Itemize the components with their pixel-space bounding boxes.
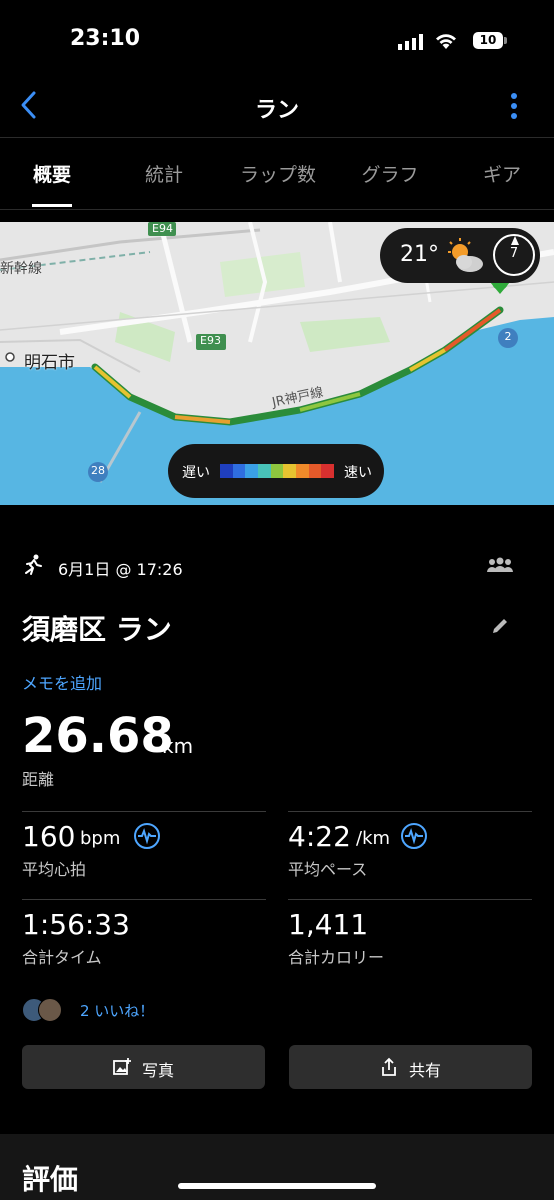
distance-label: 距離 (22, 770, 55, 789)
map-label-route28: 28 (91, 464, 105, 477)
battery-indicator: 10 (473, 32, 507, 49)
photo-button[interactable]: 写真 (22, 1045, 265, 1089)
legend-swatch (232, 464, 246, 478)
tabs-divider (0, 209, 554, 210)
legend-swatch (220, 464, 233, 478)
avatar (38, 998, 62, 1022)
wifi-icon (436, 34, 456, 49)
calories-label: 合計カロリー (288, 948, 385, 967)
partly-cloudy-icon (448, 238, 483, 272)
tab-graph[interactable]: グラフ (348, 160, 432, 187)
divider (22, 811, 266, 812)
heart-rate-unit: bpm (80, 828, 121, 849)
compass-needle-icon (511, 236, 519, 245)
tab-overview[interactable]: 概要 (12, 160, 92, 187)
pulse-icon (138, 827, 156, 845)
share-button-label: 共有 (409, 1061, 442, 1080)
heart-rate-value: 160 (22, 820, 76, 853)
distance-unit: km (162, 734, 194, 758)
map-label-akashi: 明石市 (24, 353, 75, 373)
activity-title: 須磨区 ラン (22, 613, 172, 646)
run-icon (25, 554, 42, 575)
rating-section-title: 評価 (22, 1163, 79, 1196)
map-label-e94: E94 (152, 222, 173, 235)
wind-speed: 7 (509, 246, 519, 261)
legend-color-bar (220, 464, 335, 478)
divider (22, 899, 266, 900)
legend-slow-label: 遅い (182, 465, 210, 481)
divider (288, 811, 532, 812)
legend-swatch (258, 464, 271, 478)
group-icon[interactable] (486, 556, 514, 574)
page-title: ラン (254, 98, 299, 123)
legend-fast-label: 速い (344, 465, 372, 481)
legend-swatch (308, 464, 322, 478)
map-label-route2: 2 (504, 330, 512, 343)
total-time-value: 1:56:33 (22, 908, 130, 941)
share-icon (382, 1057, 396, 1076)
more-options-icon[interactable] (508, 92, 520, 122)
weather-temperature: 21° (400, 242, 439, 267)
likes-link[interactable]: 2 いいね！ (80, 1000, 154, 1021)
photo-button-label: 写真 (142, 1061, 175, 1080)
tab-laps[interactable]: ラップ数 (226, 160, 330, 187)
add-photo-icon (113, 1058, 131, 1075)
calories-value: 1,411 (288, 908, 369, 941)
legend-swatch (245, 464, 259, 478)
rating-section (0, 1134, 554, 1200)
home-indicator (178, 1183, 376, 1189)
status-time: 23:10 (70, 26, 141, 51)
tab-gear[interactable]: ギア (460, 160, 544, 187)
heart-rate-label: 平均心拍 (22, 860, 87, 879)
legend-swatch (296, 464, 309, 478)
add-memo-link[interactable]: メモを追加 (22, 670, 102, 694)
distance-value: 26.68 (22, 708, 174, 764)
tab-stats[interactable]: 統計 (124, 160, 204, 187)
total-time-label: 合計タイム (22, 948, 102, 967)
activity-date: 6月1日 @ 17:26 (58, 560, 183, 579)
legend-swatch (283, 464, 297, 478)
header-divider (0, 137, 554, 138)
pace-unit: /km (356, 828, 391, 849)
signal-icon (398, 34, 423, 50)
edit-icon[interactable] (490, 616, 510, 636)
pace-value: 4:22 (288, 820, 351, 853)
pace-label: 平均ペース (288, 860, 368, 879)
divider (288, 899, 532, 900)
heart-rate-chart-button[interactable] (134, 823, 160, 849)
share-button[interactable]: 共有 (289, 1045, 532, 1089)
active-tab-indicator (32, 204, 72, 207)
pulse-icon (405, 827, 423, 845)
map-label-shinkansen: 新幹線 (0, 261, 42, 277)
map-label-e93: E93 (200, 334, 221, 347)
legend-swatch (321, 464, 335, 478)
legend-swatch (270, 464, 284, 478)
pace-chart-button[interactable] (401, 823, 427, 849)
